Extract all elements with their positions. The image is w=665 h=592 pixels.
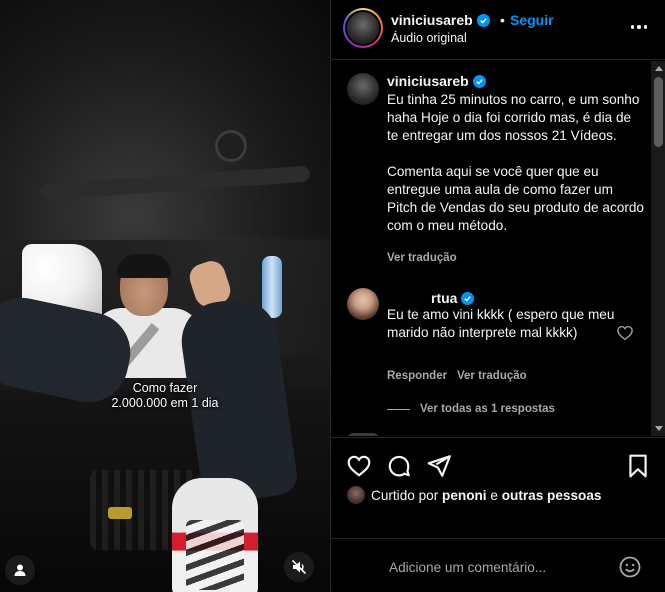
mute-button[interactable] <box>284 552 314 582</box>
mute-icon <box>291 559 307 575</box>
more-options-button[interactable] <box>627 17 651 37</box>
replies-divider <box>387 409 410 410</box>
liked-by-avatar[interactable] <box>347 486 365 504</box>
console-detail <box>108 507 132 519</box>
user-tag-button[interactable] <box>5 555 35 585</box>
comment-username[interactable]: rtua <box>431 290 475 306</box>
liked-by-conjunction: e <box>490 487 498 503</box>
author-username-text[interactable]: viniciusareb <box>391 12 473 28</box>
comments-scrollbar[interactable] <box>651 61 665 436</box>
emoji-icon[interactable] <box>618 555 642 579</box>
heart-icon[interactable] <box>346 453 372 479</box>
liked-by-row: Curtido por penoni e outras pessoas <box>347 486 601 504</box>
verified-badge-icon <box>476 13 490 27</box>
sneaker-laces <box>186 520 244 590</box>
follow-button[interactable]: Seguir <box>510 12 554 28</box>
comment-text: Eu te amo vini kkkk ( espero que meu mar… <box>387 307 619 340</box>
comment-like-heart-icon[interactable] <box>616 324 634 342</box>
comment-icon[interactable] <box>386 453 412 479</box>
caption-username[interactable]: viniciusareb <box>387 73 486 89</box>
comment-composer <box>331 538 665 592</box>
post-actions: Curtido por penoni e outras pessoas <box>331 437 665 537</box>
overlay-line-1: Como fazer <box>132 381 198 395</box>
scroll-down-arrow-icon[interactable] <box>655 426 663 431</box>
verified-badge-icon <box>472 74 486 88</box>
original-audio-link[interactable]: Áudio original <box>391 31 467 45</box>
caption-translate-link[interactable]: Ver tradução <box>387 252 457 264</box>
liked-by-others[interactable]: outras pessoas <box>502 488 602 503</box>
post-header: viniciusareb • Seguir Áudio original <box>331 0 665 60</box>
comment-username-text[interactable]: rtua <box>431 290 457 306</box>
reel-video[interactable]: Como fazer 2.000.000 em 1 dia <box>0 0 330 592</box>
reply-link[interactable]: Responder <box>387 370 447 382</box>
video-overlay-text: Como fazer 2.000.000 em 1 dia <box>0 381 330 411</box>
next-comment-avatar <box>347 433 379 436</box>
caption-username-text[interactable]: viniciusareb <box>387 73 469 89</box>
bookmark-icon[interactable] <box>625 453 651 479</box>
post-side-panel: viniciusareb • Seguir Áudio original vin… <box>330 0 665 592</box>
header-separator: • <box>500 12 505 28</box>
comments-list[interactable]: viniciusareb Eu tinha 25 minutos no carr… <box>331 61 651 436</box>
liked-by-user[interactable]: penoni <box>442 488 487 503</box>
scroll-up-arrow-icon[interactable] <box>655 66 663 71</box>
person-hair <box>117 254 171 278</box>
scrollbar-thumb[interactable] <box>654 77 663 147</box>
author-username[interactable]: viniciusareb <box>391 12 490 28</box>
share-icon[interactable] <box>426 453 452 479</box>
overlay-line-2: 2.000.000 em 1 dia <box>111 396 219 410</box>
add-comment-input[interactable] <box>389 557 609 577</box>
caption-avatar[interactable] <box>347 73 379 105</box>
water-bottle <box>262 256 282 318</box>
caption-text: Eu tinha 25 minutos no carro, e um sonho… <box>387 92 644 233</box>
verified-badge-icon <box>461 291 475 305</box>
author-avatar[interactable] <box>343 8 383 48</box>
liked-by-prefix: Curtido por <box>371 487 439 503</box>
comment-translate-link[interactable]: Ver tradução <box>457 370 527 382</box>
car-roof-scene <box>0 0 330 240</box>
comment-avatar[interactable] <box>347 288 379 320</box>
roof-knob <box>215 130 247 162</box>
more-icon <box>630 25 635 29</box>
user-tag-icon <box>14 564 26 576</box>
view-replies-link[interactable]: Ver todas as 1 respostas <box>420 403 555 415</box>
